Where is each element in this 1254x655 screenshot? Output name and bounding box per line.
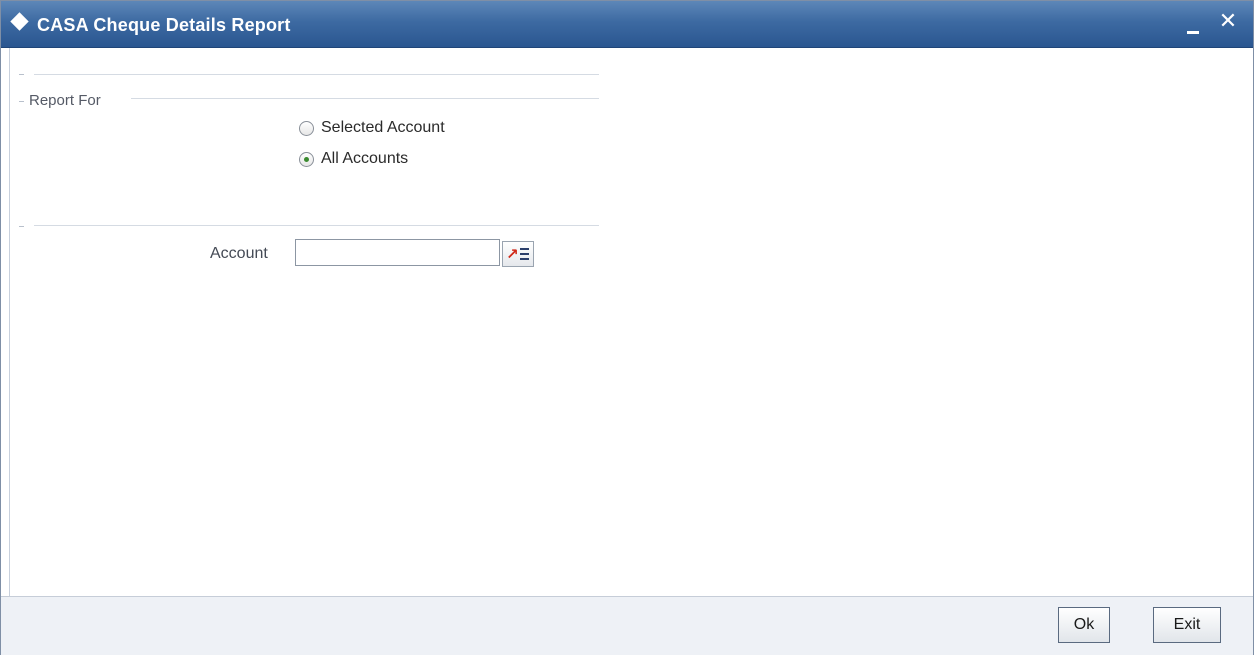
radio-all-accounts[interactable]: All Accounts [299,150,408,168]
account-separator [34,225,599,226]
radio-button[interactable] [299,120,314,136]
report-window: CASA Cheque Details Report ✕ Report For … [0,0,1254,655]
account-lov-button[interactable]: ↗ [502,241,534,267]
list-icon [520,248,529,263]
close-button[interactable]: ✕ [1215,9,1241,37]
radio-selected-account[interactable]: Selected Account [299,119,445,137]
top-separator [34,74,599,75]
separator-tick [19,74,24,75]
radio-button[interactable] [299,151,314,167]
ok-button[interactable]: Ok [1058,607,1110,643]
title-diamond-icon [10,12,29,31]
account-label: Account [210,245,268,262]
close-icon: ✕ [1218,9,1238,34]
title-bar: CASA Cheque Details Report ✕ [1,1,1253,48]
arrow-icon: ↗ [506,245,519,263]
window-title: CASA Cheque Details Report [37,15,291,35]
report-for-legend: Report For [29,92,105,109]
report-for-separator [131,98,599,99]
separator-tick [19,101,24,102]
account-input[interactable] [295,239,500,266]
radio-label: All Accounts [321,150,409,167]
exit-button[interactable]: Exit [1153,607,1221,643]
minimize-button[interactable] [1181,9,1207,37]
minimize-icon [1187,31,1199,34]
separator-tick [19,226,24,227]
left-rail [9,48,10,596]
radio-label: Selected Account [321,119,445,136]
